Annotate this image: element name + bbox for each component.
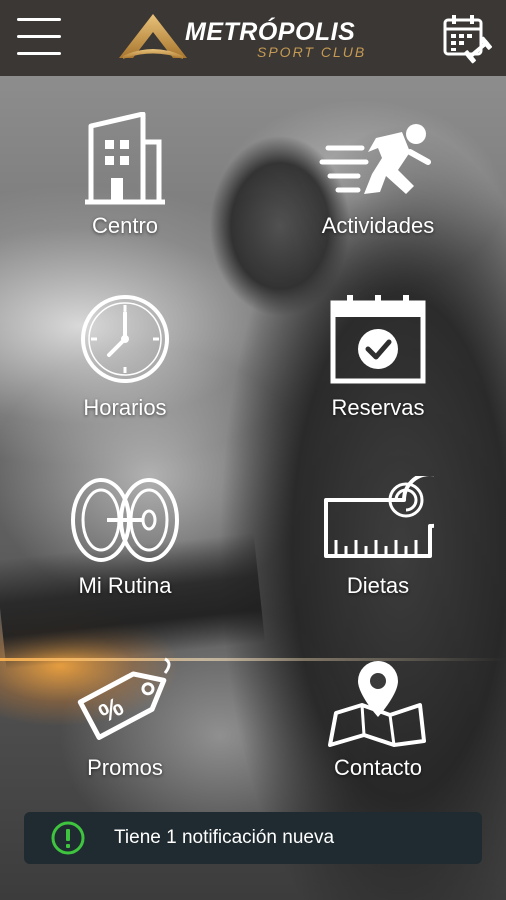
menu-label: Centro [91, 213, 159, 238]
measuring-tape-icon [324, 476, 434, 558]
menu-item-reservas[interactable]: Reservas [278, 293, 478, 453]
menu-label: Horarios [83, 395, 167, 420]
notification-banner[interactable]: Tiene 1 notificación nueva [24, 812, 482, 864]
notification-text: Tiene 1 notificación nueva [114, 827, 335, 848]
exclamation-circle-icon [51, 821, 85, 855]
menu-item-horarios[interactable]: Horarios [25, 293, 225, 453]
weight-plates-icon [71, 478, 179, 562]
hamburger-menu-icon[interactable] [17, 18, 61, 56]
building-icon [85, 112, 165, 205]
map-pin-icon [328, 661, 426, 747]
app-header: METRÓPOLIS SPORT CLUB [0, 0, 506, 76]
menu-item-contacto[interactable]: Contacto [278, 655, 478, 815]
menu-item-centro[interactable]: Centro [25, 112, 225, 272]
clock-icon [81, 295, 169, 383]
brand-subtitle: SPORT CLUB [257, 44, 367, 60]
menu-item-promos[interactable]: % Promos [25, 655, 225, 815]
menu-label: Mi Rutina [78, 573, 172, 598]
menu-label: Contacto [333, 755, 423, 780]
menu-label: Reservas [331, 395, 425, 420]
menu-item-mi-rutina[interactable]: Mi Rutina [25, 476, 225, 636]
calendar-dumbbell-icon[interactable] [442, 12, 492, 64]
menu-label: Promos [87, 755, 163, 780]
menu-item-actividades[interactable]: Actividades [278, 112, 478, 272]
menu-item-dietas[interactable]: Dietas [278, 476, 478, 636]
percent-tag-icon: % [77, 657, 171, 740]
logo-emblem-icon [119, 14, 187, 59]
menu-label: Actividades [321, 213, 435, 238]
metropolis-logo: METRÓPOLIS SPORT CLUB [117, 12, 389, 64]
menu-label: Dietas [346, 573, 410, 598]
running-person-icon [319, 124, 431, 194]
brand-title: METRÓPOLIS [185, 18, 356, 46]
calendar-check-icon [330, 295, 426, 384]
